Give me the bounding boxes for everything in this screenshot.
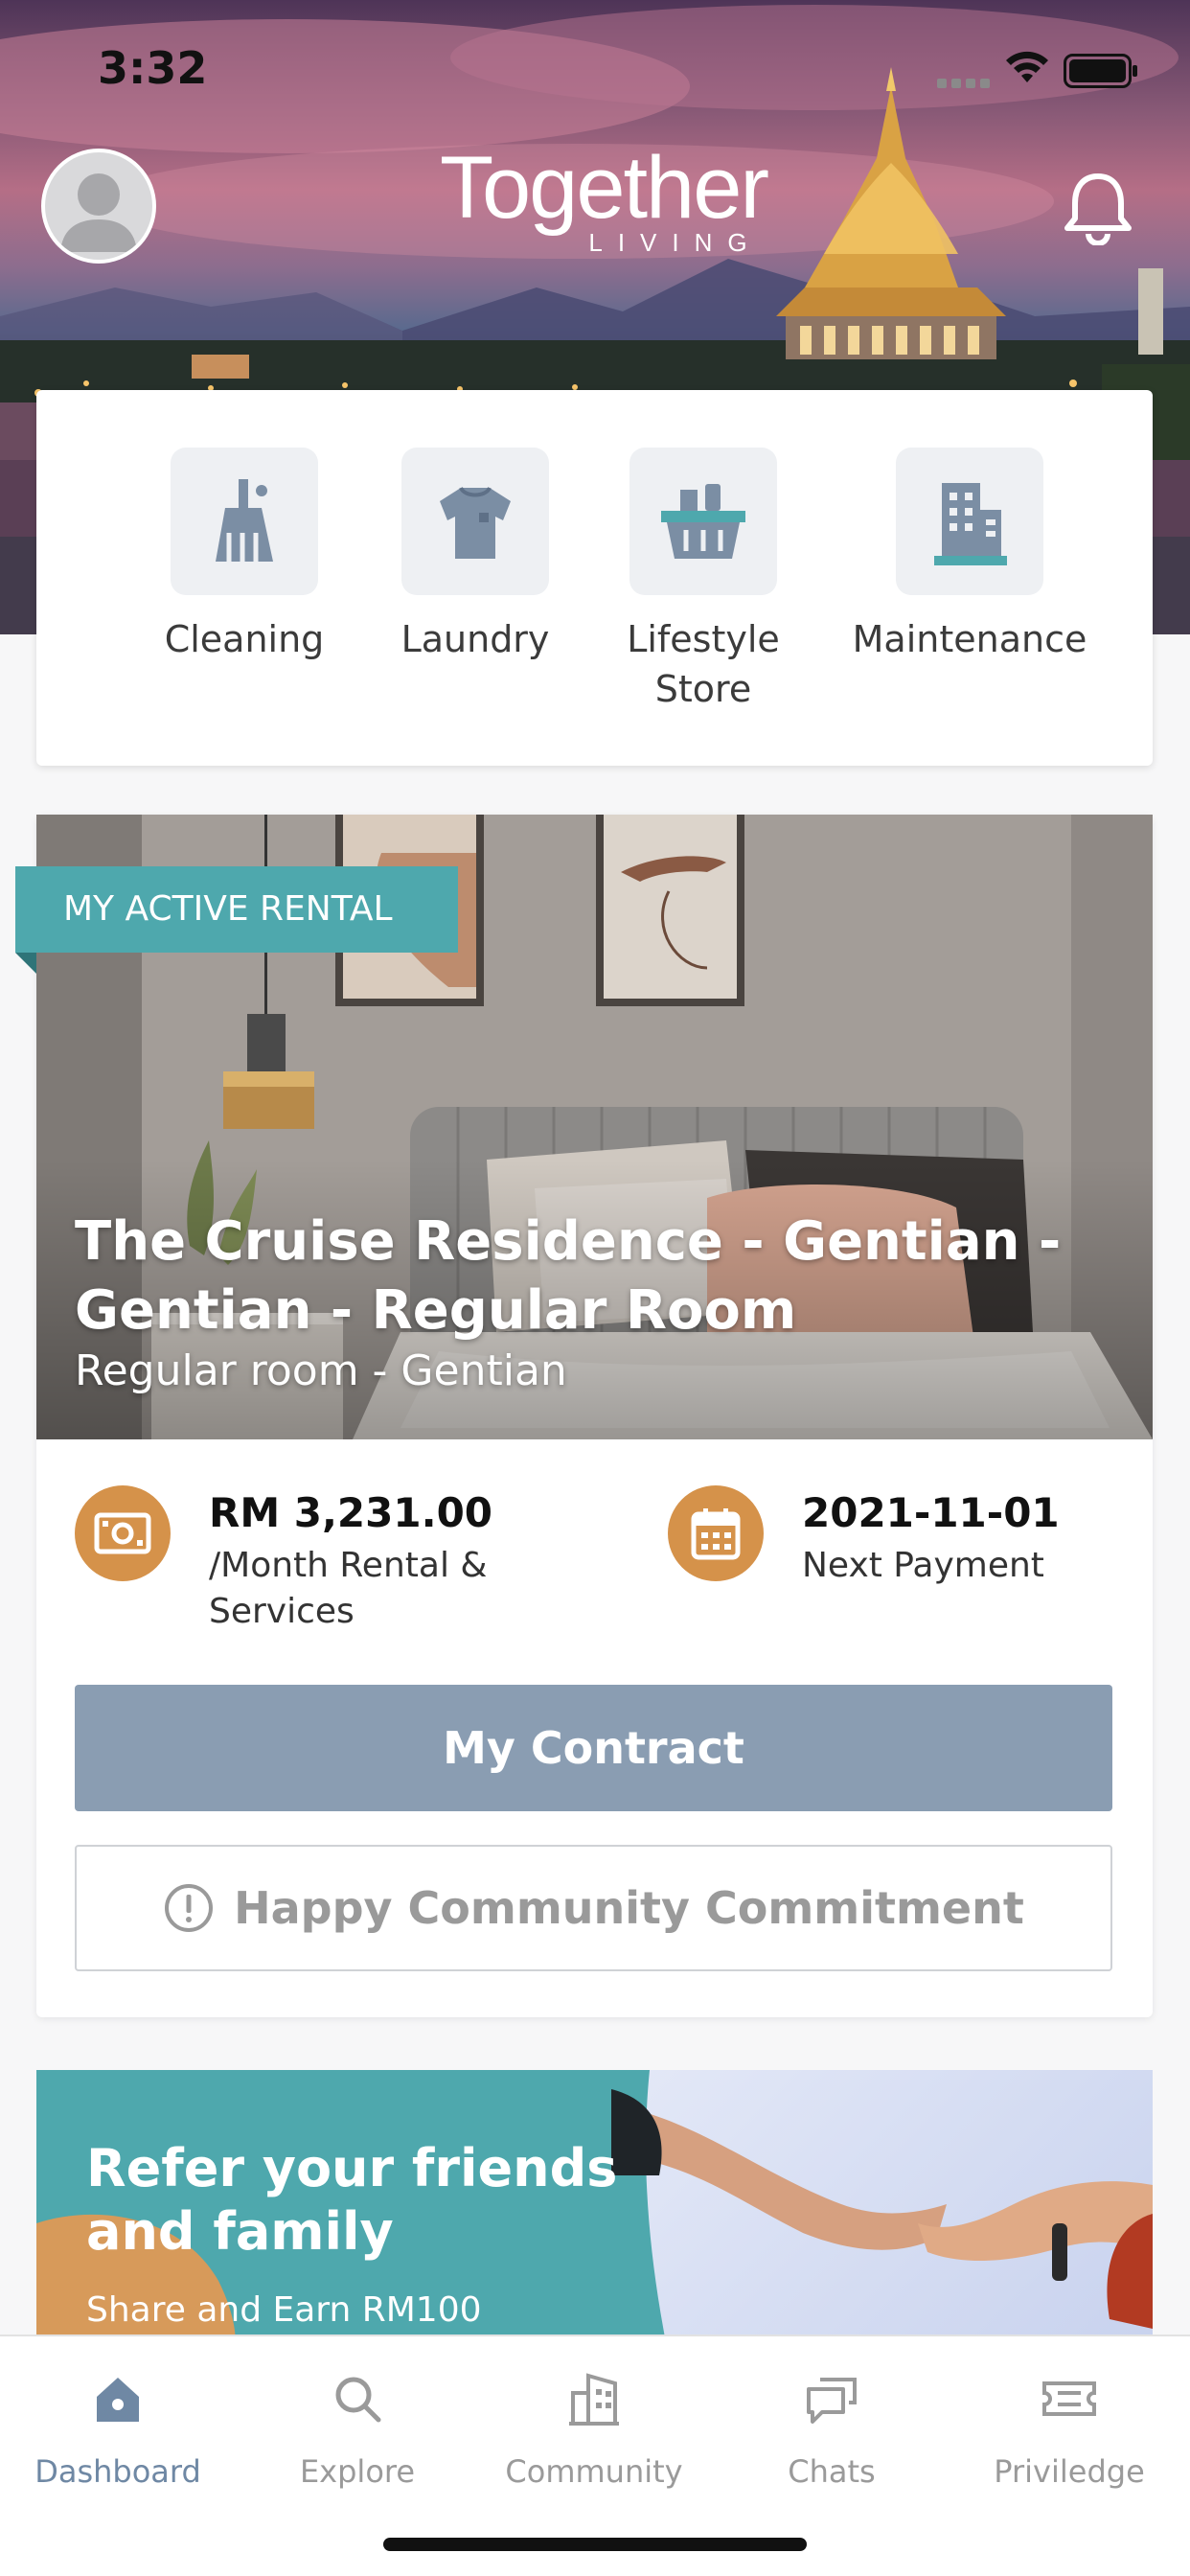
- search-icon: [335, 2377, 381, 2423]
- tab-dashboard[interactable]: Dashboard: [3, 2365, 233, 2490]
- tab-label: Explore: [299, 2453, 416, 2490]
- referral-banner[interactable]: Refer your friends and family Share and …: [36, 2070, 1153, 2358]
- tab-label: Priviledge: [994, 2453, 1145, 2490]
- community-building-icon: [569, 2373, 619, 2426]
- badge-fold: [15, 953, 36, 974]
- rental-title: The Cruise Residence - Gentian - Gentian…: [75, 1210, 1062, 1342]
- broom-icon: [216, 479, 273, 562]
- service-label: Lifestyle Store: [627, 618, 780, 710]
- money-icon: [75, 1485, 171, 1581]
- commitment-label: Happy Community Commitment: [234, 1882, 1024, 1934]
- logo-main-text: Together: [439, 139, 769, 237]
- services-card: Cleaning Laundry Lifestyle Store Mainten…: [36, 390, 1153, 766]
- status-time: 3:32: [98, 42, 208, 94]
- tab-explore[interactable]: Explore: [242, 2365, 472, 2490]
- community-commitment-button[interactable]: Happy Community Commitment: [75, 1845, 1112, 1971]
- bell-icon[interactable]: [1062, 169, 1134, 245]
- referral-subtitle: Share and Earn RM100: [86, 2290, 482, 2330]
- tab-priviledge[interactable]: Priviledge: [954, 2365, 1184, 2490]
- info-circle-icon: [165, 1884, 214, 1932]
- calendar-icon: [668, 1485, 764, 1581]
- tab-label: Chats: [788, 2453, 876, 2490]
- next-payment-date: 2021-11-01: [802, 1489, 1060, 1536]
- wifi-icon: [1006, 51, 1048, 82]
- building-icon: [934, 483, 1007, 565]
- rental-subtitle: Regular room - Gentian: [75, 1346, 567, 1395]
- service-label: Laundry: [400, 618, 550, 660]
- tab-chats[interactable]: Chats: [717, 2365, 947, 2490]
- ticket-icon: [1042, 2381, 1096, 2416]
- service-laundry[interactable]: Laundry: [360, 448, 590, 664]
- service-label: Maintenance: [852, 618, 1087, 660]
- brand-logo: Together LIVING: [412, 144, 795, 258]
- user-avatar-icon: [60, 173, 137, 252]
- service-cleaning[interactable]: Cleaning: [129, 448, 359, 664]
- cellular-signal-icon: [937, 79, 990, 88]
- service-label: Cleaning: [164, 618, 325, 660]
- chat-icon: [807, 2378, 857, 2424]
- profile-avatar-button[interactable]: [41, 149, 156, 264]
- tab-community[interactable]: Community: [479, 2365, 709, 2490]
- my-contract-button[interactable]: My Contract: [75, 1685, 1112, 1811]
- next-payment-label: Next Payment: [802, 1546, 1044, 1585]
- service-maintenance[interactable]: Maintenance: [826, 448, 1113, 664]
- home-icon: [97, 2378, 139, 2422]
- tshirt-icon: [440, 486, 511, 559]
- rent-price-value: RM 3,231.00: [209, 1489, 493, 1536]
- basket-icon: [661, 484, 745, 559]
- active-rental-card: The Cruise Residence - Gentian - Gentian…: [15, 815, 1153, 2017]
- battery-icon: [1064, 54, 1137, 88]
- service-lifestyle-store[interactable]: Lifestyle Store: [588, 448, 818, 714]
- home-indicator[interactable]: [383, 2538, 807, 2551]
- tab-label: Community: [505, 2453, 683, 2490]
- tab-label: Dashboard: [34, 2453, 201, 2490]
- rent-price-label: /Month Rental & Services: [209, 1546, 488, 1631]
- referral-title: Refer your friends and family: [86, 2138, 618, 2262]
- active-rental-badge: MY ACTIVE RENTAL: [15, 866, 458, 953]
